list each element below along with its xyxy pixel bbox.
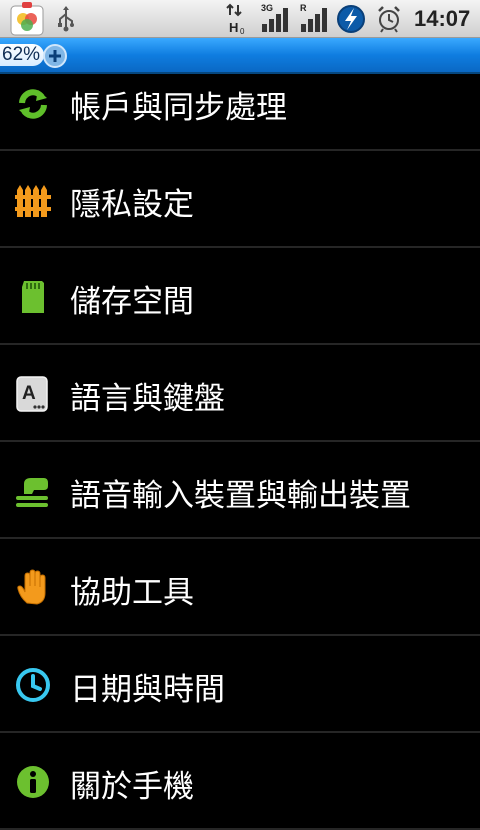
hand-icon: [17, 569, 46, 605]
svg-text:A: A: [22, 383, 36, 404]
settings-item-language-keyboard[interactable]: A 語言與鍵盤: [0, 345, 480, 442]
app-icon: [10, 2, 44, 36]
r-label: R: [300, 3, 307, 13]
usb-icon: [58, 6, 74, 32]
settings-item-label: 語言與鍵盤: [70, 381, 225, 417]
privacy-fence-icon: [15, 185, 51, 217]
battery-percent: 62%: [0, 44, 45, 66]
plus-icon[interactable]: [42, 43, 68, 69]
settings-item-privacy[interactable]: 隱私設定: [0, 151, 480, 248]
settings-item-label: 隱私設定: [70, 187, 194, 223]
h-data-icon: H 0: [226, 3, 245, 35]
settings-item-about-phone[interactable]: 關於手機: [0, 733, 480, 830]
keyboard-a-icon: A: [16, 376, 48, 412]
settings-list: 帳戶與同步處理 隱私設定 儲存空間 A 語言與鍵盤 語音輸入裝置與輸出裝置 協助…: [0, 74, 480, 830]
settings-item-accounts-sync[interactable]: 帳戶與同步處理: [0, 74, 480, 151]
info-icon: [17, 766, 49, 798]
voice-io-icon: [16, 478, 48, 507]
settings-item-date-time[interactable]: 日期與時間: [0, 636, 480, 733]
settings-item-label: 日期與時間: [70, 672, 225, 708]
h-label: H: [229, 20, 238, 35]
clock-icon: [16, 668, 50, 702]
settings-item-storage[interactable]: 儲存空間: [0, 248, 480, 345]
svg-text:0: 0: [240, 27, 245, 35]
alarm-icon: [378, 6, 400, 33]
settings-item-label: 關於手機: [70, 769, 194, 805]
settings-item-label: 儲存空間: [70, 284, 194, 320]
status-time: 14:07: [414, 6, 471, 31]
3g-label: 3G: [261, 3, 273, 13]
settings-item-voice-io[interactable]: 語音輸入裝置與輸出裝置: [0, 442, 480, 539]
settings-item-accessibility[interactable]: 協助工具: [0, 539, 480, 636]
settings-item-label: 協助工具: [70, 575, 194, 611]
sd-card-icon: [22, 281, 44, 313]
signal-3g-icon: 3G: [261, 3, 288, 32]
settings-item-label: 帳戶與同步處理: [70, 90, 287, 126]
settings-item-label: 語音輸入裝置與輸出裝置: [70, 478, 411, 514]
battery-charging-icon: [337, 5, 365, 33]
signal-roaming-icon: R: [300, 3, 327, 32]
sync-icon: [19, 89, 47, 119]
battery-notification-bar[interactable]: 62%: [0, 38, 480, 74]
status-bar[interactable]: H 0 3G R 14:07: [0, 0, 480, 38]
